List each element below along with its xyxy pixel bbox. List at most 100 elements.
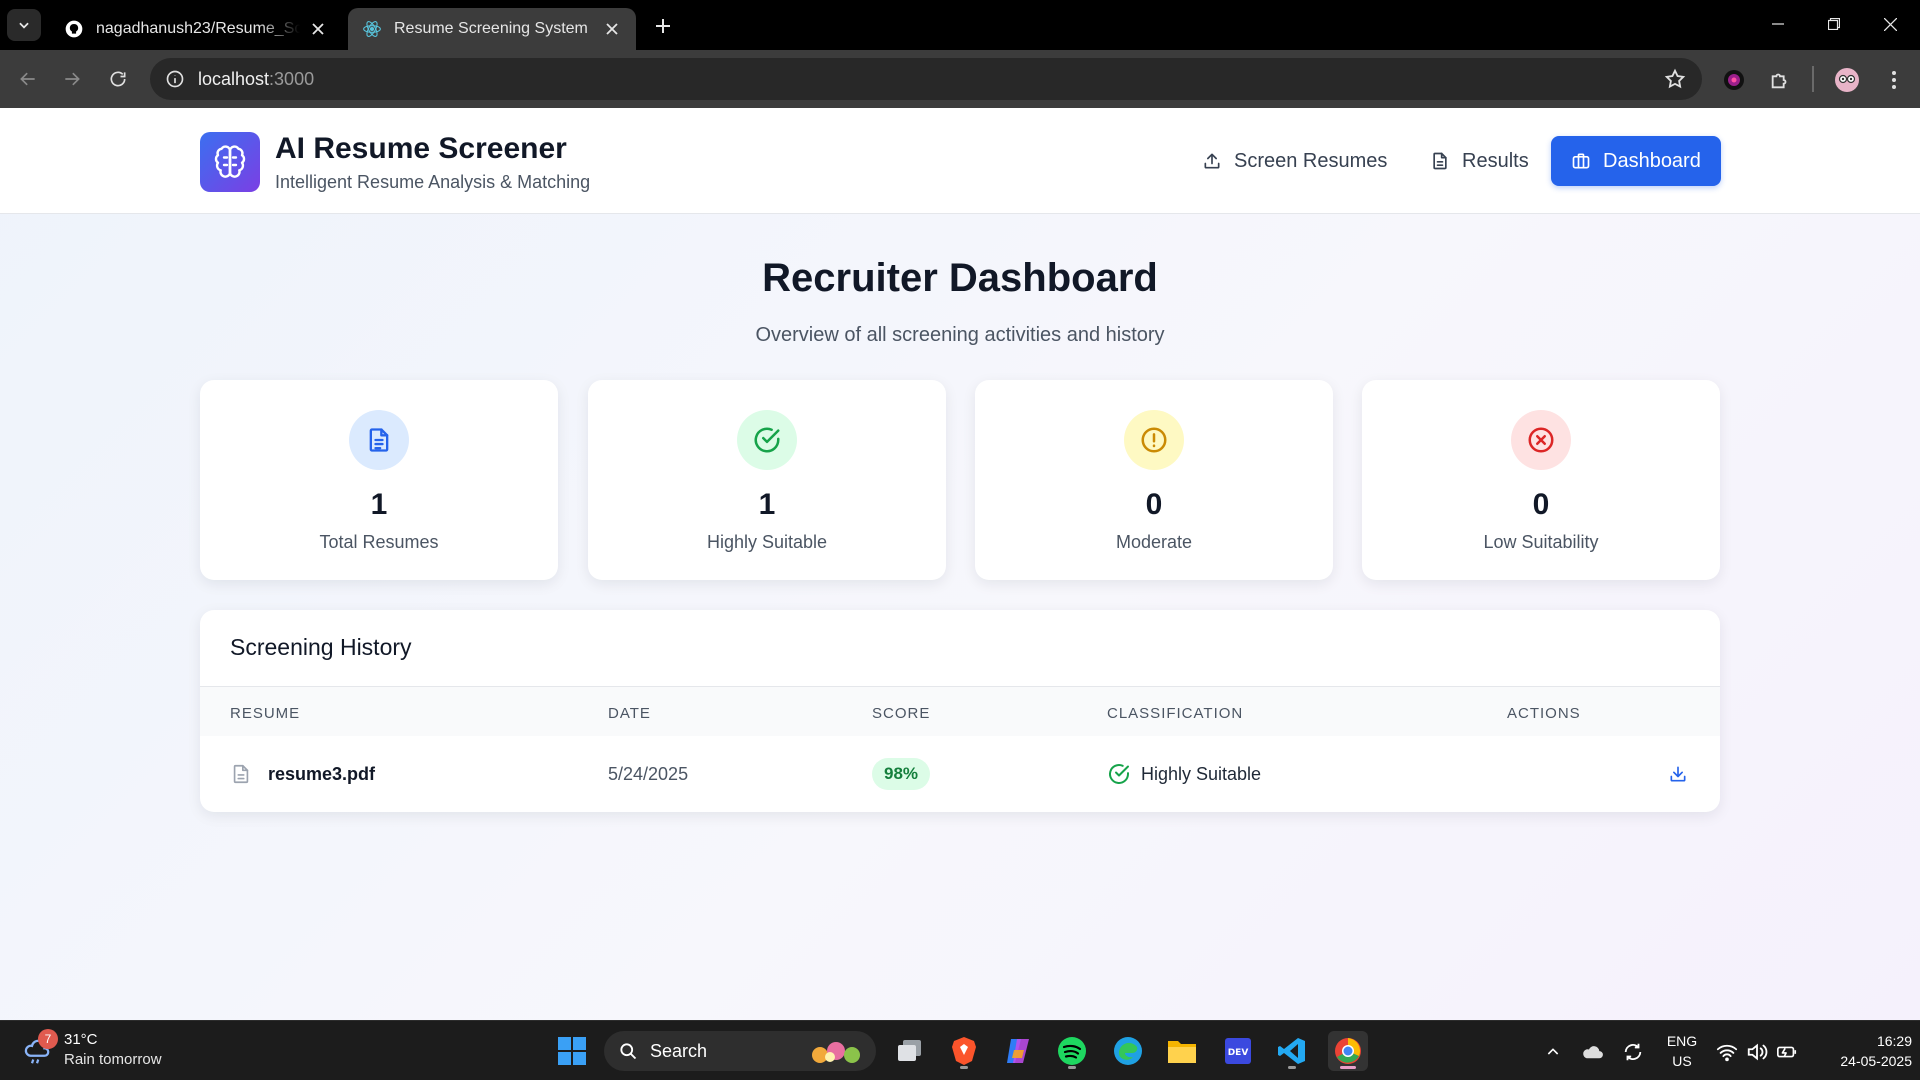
github-icon bbox=[64, 19, 84, 39]
sync-icon bbox=[1624, 1043, 1642, 1061]
extension-icon[interactable] bbox=[1720, 66, 1748, 94]
start-button[interactable] bbox=[552, 1031, 592, 1071]
score-badge: 98% bbox=[872, 758, 931, 790]
nav-screen-resumes[interactable]: Screen Resumes bbox=[1188, 136, 1401, 186]
brave-app[interactable] bbox=[944, 1031, 984, 1071]
search-icon bbox=[620, 1043, 637, 1060]
reload-button[interactable] bbox=[102, 63, 134, 95]
react-icon bbox=[362, 19, 382, 39]
search-placeholder: Search bbox=[650, 1040, 708, 1061]
download-icon bbox=[1670, 766, 1686, 782]
new-tab-button[interactable] bbox=[650, 13, 676, 39]
file-explorer-app[interactable] bbox=[1162, 1031, 1202, 1071]
restore-button[interactable] bbox=[1814, 6, 1854, 42]
app-title: AI Resume Screener bbox=[275, 132, 567, 165]
stat-value: 0 bbox=[1532, 488, 1550, 521]
table-header: RESUME DATE SCORE CLASSIFICATION ACTIONS bbox=[200, 686, 1720, 736]
check-circle-icon bbox=[1109, 764, 1129, 784]
page-title: Recruiter Dashboard bbox=[762, 256, 1158, 300]
taskbar-search[interactable]: Search bbox=[604, 1031, 876, 1071]
stat-card-total: 1 Total Resumes bbox=[200, 380, 558, 580]
chrome-icon bbox=[1335, 1038, 1361, 1064]
download-button[interactable] bbox=[1668, 736, 1688, 812]
back-button[interactable] bbox=[12, 63, 44, 95]
vscode-app[interactable] bbox=[1272, 1031, 1312, 1071]
profile-avatar[interactable] bbox=[1833, 66, 1861, 94]
address-bar[interactable]: localhost:3000 bbox=[150, 58, 1702, 100]
chrome-app[interactable] bbox=[1328, 1031, 1368, 1071]
dev-icon: DEV bbox=[1225, 1038, 1251, 1064]
stat-label: Low Suitability bbox=[1483, 532, 1599, 552]
column-header: SCORE bbox=[872, 705, 931, 722]
svg-text:DEV: DEV bbox=[1228, 1048, 1249, 1058]
plus-icon bbox=[656, 19, 670, 33]
onedrive-tray[interactable] bbox=[1580, 1039, 1606, 1065]
minimize-icon bbox=[1772, 23, 1784, 25]
clock-time: 16:29 bbox=[1876, 1033, 1912, 1049]
lang-code: ENG bbox=[1666, 1033, 1698, 1049]
briefcase-icon bbox=[1572, 153, 1590, 169]
column-header: RESUME bbox=[230, 705, 301, 722]
close-icon bbox=[1883, 17, 1897, 31]
stat-label: Moderate bbox=[1115, 532, 1193, 552]
classification-cell: Highly Suitable bbox=[1107, 736, 1261, 812]
brain-logo-icon bbox=[200, 132, 260, 192]
edge-icon bbox=[1114, 1037, 1142, 1065]
screening-history-panel: Screening History RESUME DATE SCORE CLAS… bbox=[200, 610, 1720, 812]
running-indicator bbox=[960, 1066, 968, 1069]
history-title: Screening History bbox=[230, 634, 412, 660]
tray-overflow-button[interactable] bbox=[1540, 1039, 1566, 1065]
sync-tray[interactable] bbox=[1620, 1039, 1646, 1065]
spotify-app[interactable] bbox=[1052, 1031, 1092, 1071]
arrow-right-icon bbox=[65, 72, 80, 86]
nav-dashboard[interactable]: Dashboard bbox=[1551, 136, 1721, 186]
edge-app[interactable] bbox=[1108, 1031, 1148, 1071]
column-header: ACTIONS bbox=[1507, 705, 1581, 722]
task-view-icon bbox=[898, 1040, 921, 1061]
volume-tray[interactable] bbox=[1744, 1039, 1770, 1065]
close-icon[interactable] bbox=[308, 19, 328, 39]
more-menu-icon[interactable] bbox=[1880, 66, 1908, 94]
stat-value: 1 bbox=[370, 488, 388, 521]
site-info-icon[interactable] bbox=[164, 68, 186, 90]
wifi-tray[interactable] bbox=[1714, 1039, 1740, 1065]
puzzle-extensions-icon[interactable] bbox=[1766, 66, 1794, 94]
task-view-button[interactable] bbox=[890, 1031, 930, 1071]
nav-label: Screen Resumes bbox=[1234, 149, 1388, 172]
running-indicator bbox=[1288, 1066, 1296, 1069]
volume-icon bbox=[1747, 1043, 1768, 1061]
dev-app[interactable]: DEV bbox=[1218, 1031, 1258, 1071]
weather-badge: 7 bbox=[38, 1029, 58, 1049]
bookmark-star-icon[interactable] bbox=[1664, 68, 1686, 90]
close-icon[interactable] bbox=[602, 19, 622, 39]
tab-github[interactable]: nagadhanush23/Resume_Screening bbox=[50, 8, 342, 50]
minimize-button[interactable] bbox=[1758, 6, 1798, 42]
cloud-icon bbox=[1583, 1046, 1603, 1059]
close-window-button[interactable] bbox=[1870, 6, 1910, 42]
vscode-icon bbox=[1278, 1038, 1305, 1064]
battery-tray[interactable] bbox=[1774, 1039, 1800, 1065]
tab-resume-screening[interactable]: Resume Screening System bbox=[348, 8, 636, 50]
language-indicator[interactable]: ENG US bbox=[1660, 1031, 1704, 1071]
upload-icon bbox=[1204, 153, 1220, 169]
tab-title: nagadhanush23/Resume_Screening bbox=[96, 20, 300, 37]
nav-results[interactable]: Results bbox=[1416, 136, 1543, 186]
battery-icon bbox=[1777, 1046, 1797, 1058]
resume-cell: resume3.pdf bbox=[230, 736, 375, 812]
forward-button[interactable] bbox=[56, 63, 88, 95]
weather-widget[interactable]: 7 31°C Rain tomorrow bbox=[22, 1029, 172, 1073]
region-code: US bbox=[1672, 1053, 1692, 1069]
tab-search-button[interactable] bbox=[7, 9, 41, 41]
stat-card-moderate: 0 Moderate bbox=[975, 380, 1333, 580]
app-header: AI Resume Screener Intelligent Resume An… bbox=[0, 108, 1920, 214]
running-indicator bbox=[1068, 1066, 1076, 1069]
restore-icon bbox=[1828, 18, 1840, 30]
browser-tab-bar: nagadhanush23/Resume_Screening Resume Sc… bbox=[0, 0, 1920, 50]
chevron-up-icon bbox=[1547, 1048, 1559, 1055]
clock[interactable]: 16:29 24-05-2025 bbox=[1812, 1031, 1912, 1071]
copilot-app[interactable] bbox=[998, 1031, 1038, 1071]
wifi-icon bbox=[1716, 1044, 1738, 1062]
alert-circle-icon bbox=[1124, 410, 1184, 470]
document-icon bbox=[349, 410, 409, 470]
folder-icon bbox=[1168, 1041, 1196, 1063]
